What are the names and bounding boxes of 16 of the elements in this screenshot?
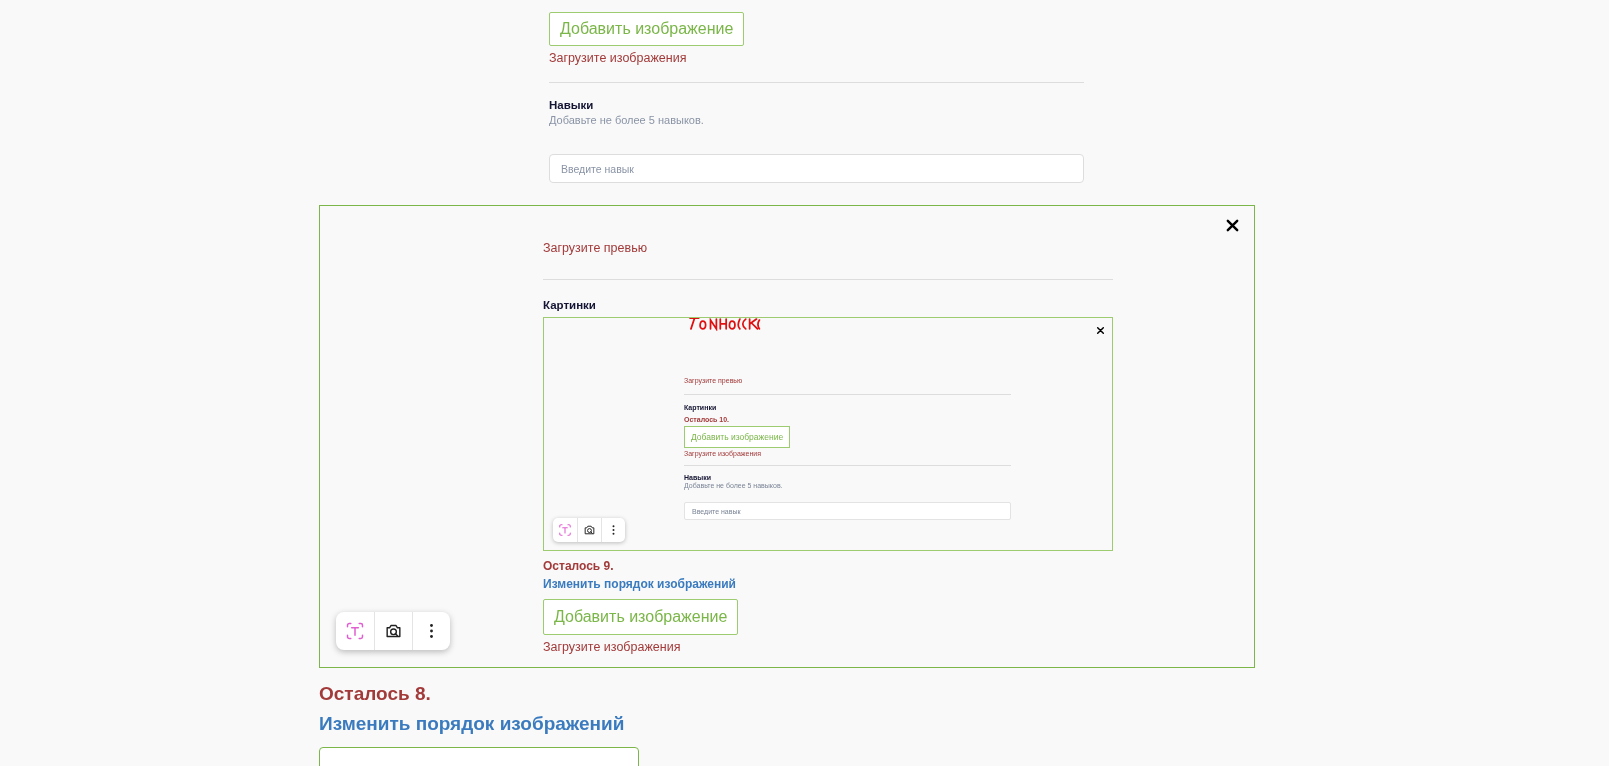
preview-error: Загрузите превью [543,241,648,255]
skills-title: Навыки [549,99,594,111]
remaining-count: Осталось 9. [543,559,614,573]
skill-input-field[interactable]: Введите навык [549,154,1084,183]
upload-error: Загрузите изображения [543,640,681,654]
skills-hint: Добавьте не более 5 навыков. [549,114,704,126]
add-image-button[interactable]: Добавить изображение [684,426,791,448]
reorder-images-link[interactable]: Изменить порядок изображений [543,577,736,591]
remaining-count: Осталось 8. [319,683,432,705]
add-image-button[interactable]: Добавить изображение [543,599,739,635]
reorder-images-link[interactable]: Изменить порядок изображений [319,713,1609,735]
close-icon[interactable] [1225,218,1240,233]
upload-error: Загрузите изображения [549,51,687,65]
images-title: Картинки [543,299,596,311]
close-icon[interactable] [1096,326,1105,335]
add-image-button[interactable]: Добавить изображение [549,12,745,46]
